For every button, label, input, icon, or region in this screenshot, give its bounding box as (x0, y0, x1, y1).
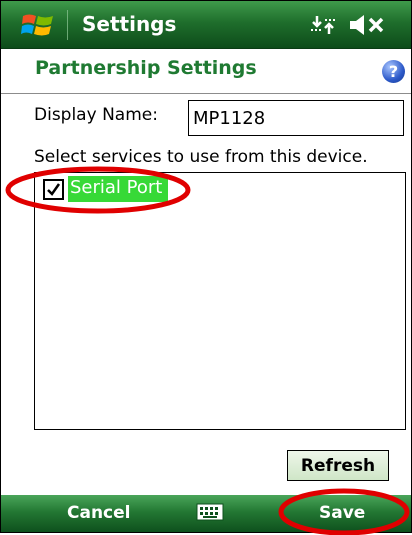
softkey-bar: Cancel Save (1, 495, 411, 532)
page-title: Partnership Settings (35, 57, 257, 79)
checkmark-icon (47, 183, 61, 196)
list-item[interactable]: Serial Port (35, 173, 215, 205)
help-icon[interactable]: ? (382, 60, 405, 83)
serial-port-label[interactable]: Serial Port (68, 176, 169, 202)
serial-port-checkbox[interactable] (43, 179, 64, 200)
title-separator (67, 10, 68, 40)
title-bar: Settings (1, 1, 411, 49)
display-name-input[interactable]: MP1128 (188, 100, 404, 136)
cancel-softkey[interactable]: Cancel (67, 503, 130, 523)
keyboard-icon[interactable] (196, 501, 224, 523)
app-title: Settings (82, 12, 177, 36)
device-screen: Settings Partnership Settings ? Display … (0, 0, 412, 535)
services-list[interactable]: Serial Port (34, 172, 406, 430)
services-label: Select services to use from this device. (34, 147, 368, 167)
display-name-label: Display Name: (34, 105, 158, 125)
windows-start-icon[interactable] (21, 12, 55, 38)
refresh-button[interactable]: Refresh (287, 450, 389, 481)
page-header: Partnership Settings ? (1, 49, 411, 94)
save-softkey[interactable]: Save (319, 503, 365, 523)
volume-mute-icon[interactable] (348, 13, 388, 37)
connectivity-icon[interactable] (309, 14, 339, 36)
